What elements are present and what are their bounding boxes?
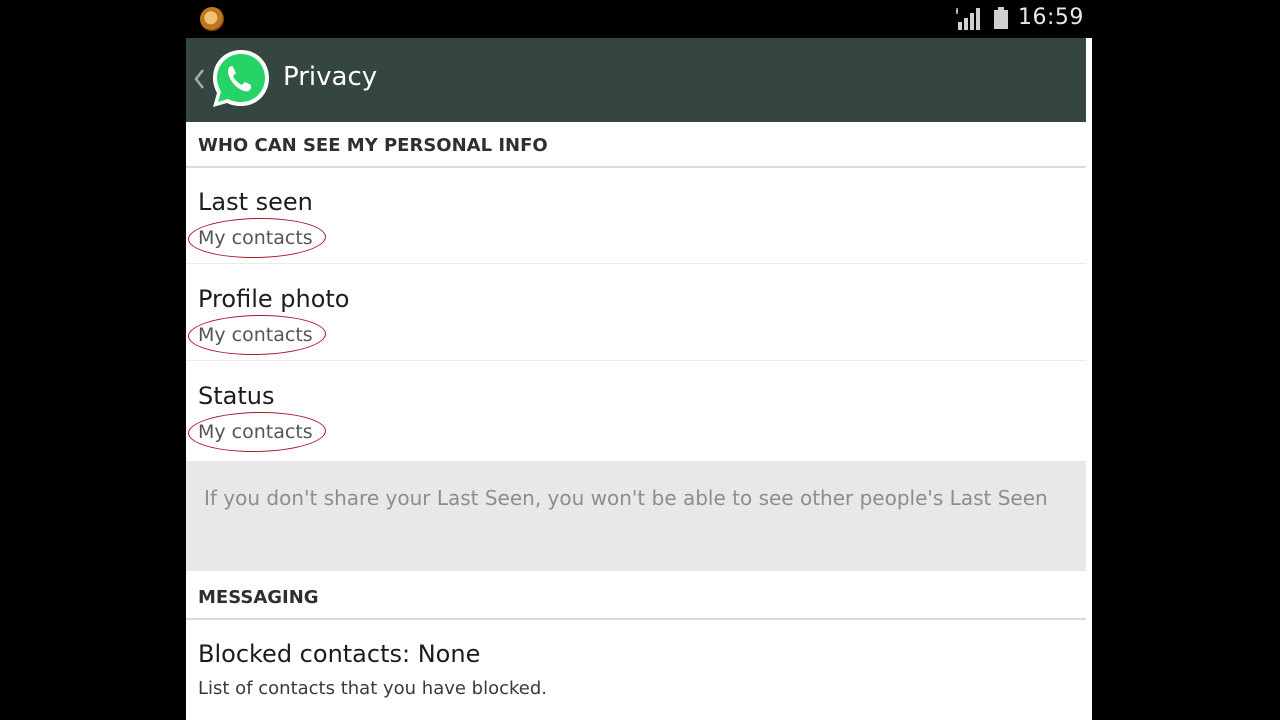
annotation-ellipse (187, 216, 327, 260)
notification-icon (200, 7, 224, 31)
status-time: 16:59 (1018, 5, 1084, 30)
setting-title: Last seen (198, 188, 313, 216)
setting-last-seen[interactable]: Last seen My contacts (186, 168, 1086, 264)
battery-icon (994, 7, 1008, 29)
signal-icon (956, 8, 980, 30)
whatsapp-logo-icon[interactable] (208, 46, 274, 112)
setting-title: Status (198, 382, 275, 410)
info-note-text: If you don't share your Last Seen, you w… (204, 486, 1048, 510)
last-seen-info-note: If you don't share your Last Seen, you w… (186, 461, 1086, 571)
annotation-ellipse (187, 313, 327, 357)
setting-title: Blocked contacts: None (198, 640, 481, 668)
setting-title: Profile photo (198, 285, 350, 313)
setting-profile-photo[interactable]: Profile photo My contacts (186, 265, 1086, 361)
page-title: Privacy (283, 62, 378, 92)
section-header-label: WHO CAN SEE MY PERSONAL INFO (198, 135, 548, 156)
section-header-messaging: MESSAGING (186, 574, 1086, 620)
section-header-personal-info: WHO CAN SEE MY PERSONAL INFO (186, 122, 1086, 168)
status-bar: 16:59 (186, 0, 1092, 38)
phone-screen: 16:59 Privacy WHO CAN SEE MY PERSONAL IN… (186, 0, 1092, 720)
setting-blocked-contacts[interactable]: Blocked contacts: None List of contacts … (186, 620, 1086, 720)
setting-description: List of contacts that you have blocked. (198, 678, 548, 699)
back-chevron-icon[interactable] (192, 62, 206, 96)
annotation-ellipse (187, 410, 327, 454)
section-header-label: MESSAGING (198, 587, 319, 608)
action-bar: Privacy (186, 38, 1086, 122)
setting-status[interactable]: Status My contacts (186, 362, 1086, 461)
